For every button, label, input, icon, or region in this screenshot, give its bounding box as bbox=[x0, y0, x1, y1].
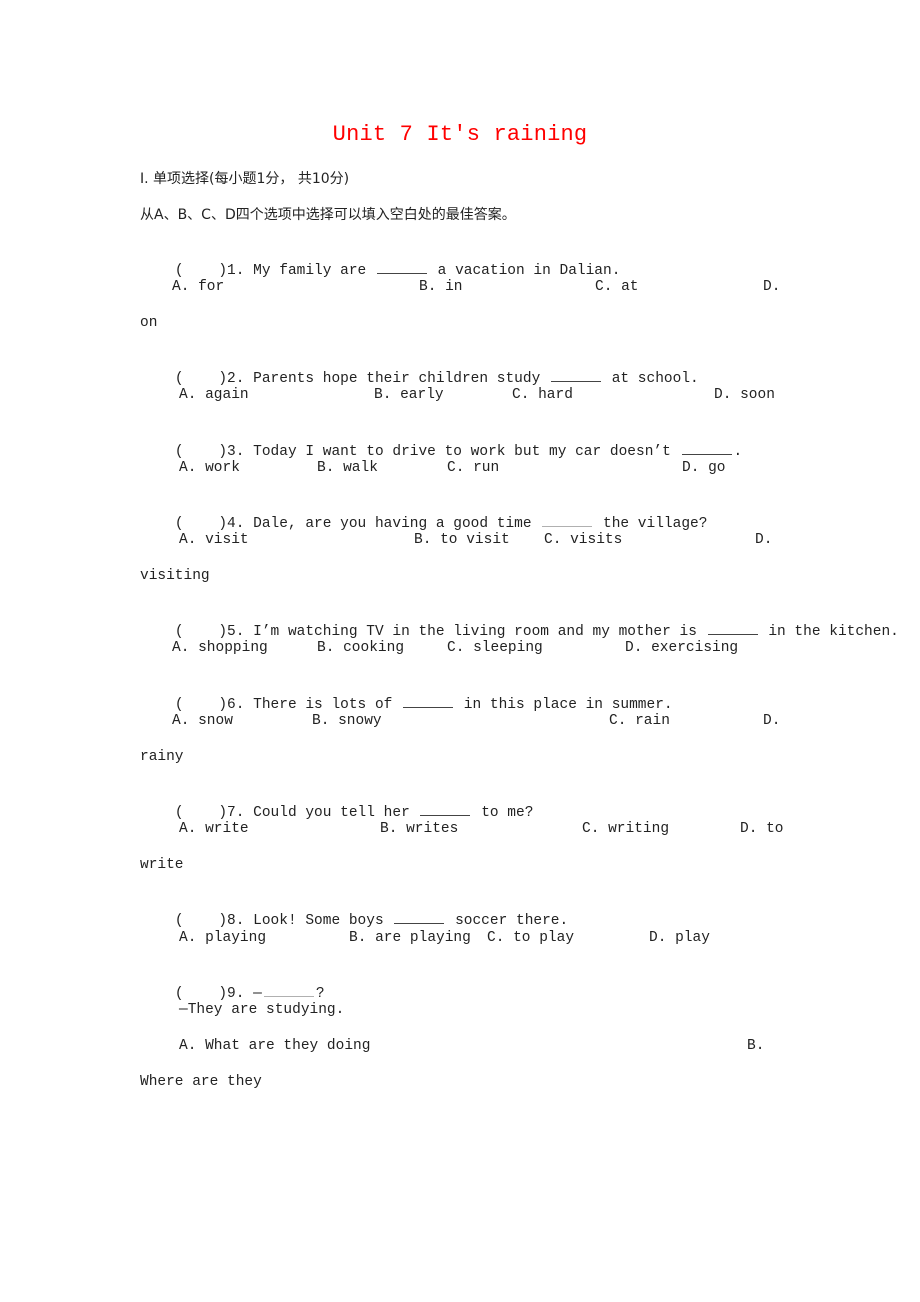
question-stem-end: a vacation in Dalian. bbox=[437, 263, 621, 279]
question-stem-end: to me? bbox=[481, 805, 534, 821]
option-b[interactable]: B. are playing bbox=[349, 929, 471, 947]
option-b[interactable]: B. walk bbox=[317, 459, 378, 477]
option-c[interactable]: C. writing bbox=[582, 820, 669, 838]
document-title: Unit 7 It's raining bbox=[332, 122, 588, 147]
question-number: 6. bbox=[227, 697, 245, 713]
question-stem-end: soccer there. bbox=[455, 913, 569, 929]
dialogue-reply: —They are studying. bbox=[179, 1002, 345, 1018]
option-d[interactable]: D. exercising bbox=[625, 639, 738, 657]
answer-paren[interactable]: ( ) bbox=[175, 624, 227, 640]
answer-paren[interactable]: ( ) bbox=[175, 805, 227, 821]
question-number: 2. bbox=[227, 371, 245, 387]
option-b[interactable]: B. writes bbox=[380, 820, 458, 838]
option-d[interactable]: D. bbox=[755, 531, 772, 549]
answer-blank bbox=[551, 368, 601, 382]
option-b[interactable]: B. snowy bbox=[312, 712, 382, 730]
answer-paren[interactable]: ( ) bbox=[175, 913, 227, 929]
question-number: 1. bbox=[227, 263, 245, 279]
question-stem: Today I want to drive to work but my car… bbox=[253, 444, 671, 460]
answer-blank bbox=[403, 694, 454, 708]
answer-blank bbox=[376, 260, 427, 274]
option-a[interactable]: A. work bbox=[179, 459, 240, 477]
question-stem: Parents hope their children study bbox=[253, 371, 541, 387]
question-stem-end: the village? bbox=[603, 516, 708, 532]
answer-blank bbox=[542, 513, 593, 527]
question-stem-end: in this place in summer. bbox=[463, 697, 673, 713]
option-d[interactable]: D. soon bbox=[714, 386, 775, 404]
answer-paren[interactable]: ( ) bbox=[175, 263, 227, 279]
option-a[interactable]: A. visit bbox=[179, 531, 249, 549]
question-number: 7. bbox=[227, 805, 245, 821]
question-number: 3. bbox=[227, 444, 245, 460]
option-a[interactable]: A. playing bbox=[179, 929, 266, 947]
answer-paren[interactable]: ( ) bbox=[175, 371, 227, 387]
question-stem: — bbox=[253, 986, 262, 1002]
question-stem: Could you tell her bbox=[253, 805, 410, 821]
question-stem-end: ? bbox=[315, 986, 325, 1002]
option-c[interactable]: C. rain bbox=[609, 712, 670, 730]
answer-blank bbox=[420, 802, 471, 816]
question-stem-end: in the kitchen. bbox=[768, 624, 899, 640]
option-a[interactable]: A. write bbox=[179, 820, 249, 838]
option-c[interactable]: C. visits bbox=[544, 531, 622, 549]
option-c[interactable]: C. sleeping bbox=[447, 639, 543, 657]
option-d-wrap: write bbox=[140, 857, 184, 873]
option-c[interactable]: C. hard bbox=[512, 386, 573, 404]
question-number: 9. bbox=[227, 986, 245, 1002]
question-stem: Look! Some boys bbox=[253, 913, 384, 929]
question-stem-end: . bbox=[733, 444, 743, 460]
option-a[interactable]: A. shopping bbox=[172, 639, 268, 657]
question-stem: I’m watching TV in the living room and m… bbox=[253, 624, 697, 640]
option-d-wrap: rainy bbox=[140, 749, 184, 765]
answer-paren[interactable]: ( ) bbox=[175, 516, 227, 532]
instruction-text: 从A、B、C、D四个选项中选择可以填入空白处的最佳答案。 bbox=[140, 207, 516, 223]
option-d[interactable]: D. to bbox=[740, 820, 784, 838]
option-a[interactable]: A. again bbox=[179, 386, 249, 404]
option-d[interactable]: D. bbox=[763, 712, 780, 730]
option-b-wrap: Where are they bbox=[140, 1074, 262, 1090]
section-heading: I. 单项选择(每小题1分， 共10分) bbox=[140, 171, 350, 187]
exam-page: Unit 7 It's raining I. 单项选择(每小题1分， 共10分)… bbox=[0, 0, 920, 1302]
question-stem-end: at school. bbox=[611, 371, 699, 387]
question-stem: Dale, are you having a good time bbox=[253, 516, 532, 532]
option-c[interactable]: C. to play bbox=[487, 929, 574, 947]
question-stem: My family are bbox=[253, 263, 367, 279]
option-c[interactable]: C. run bbox=[447, 459, 499, 477]
option-b[interactable]: B. early bbox=[374, 386, 444, 404]
answer-blank bbox=[394, 910, 445, 924]
option-b[interactable]: B. to visit bbox=[414, 531, 510, 549]
answer-blank bbox=[681, 441, 732, 455]
question-number: 4. bbox=[227, 516, 245, 532]
answer-paren[interactable]: ( ) bbox=[175, 444, 227, 460]
answer-blank bbox=[707, 621, 758, 635]
option-a[interactable]: A. for bbox=[172, 278, 224, 296]
option-d[interactable]: D. go bbox=[682, 459, 726, 477]
option-a[interactable]: A. What are they doing bbox=[179, 1037, 370, 1055]
question-stem: There is lots of bbox=[253, 697, 393, 713]
option-a[interactable]: A. snow bbox=[172, 712, 233, 730]
option-c[interactable]: C. at bbox=[595, 278, 639, 296]
option-d[interactable]: D. play bbox=[649, 929, 710, 947]
option-d-wrap: on bbox=[140, 315, 158, 331]
option-d-wrap: visiting bbox=[140, 568, 210, 584]
option-b[interactable]: B. in bbox=[419, 278, 463, 296]
option-b[interactable]: B. cooking bbox=[317, 639, 404, 657]
question-number: 5. bbox=[227, 624, 245, 640]
answer-blank bbox=[263, 983, 314, 997]
option-d[interactable]: D. bbox=[763, 278, 780, 296]
question-number: 8. bbox=[227, 913, 245, 929]
answer-paren[interactable]: ( ) bbox=[175, 697, 227, 713]
answer-paren[interactable]: ( ) bbox=[175, 986, 227, 1002]
option-b[interactable]: B. bbox=[747, 1037, 764, 1055]
